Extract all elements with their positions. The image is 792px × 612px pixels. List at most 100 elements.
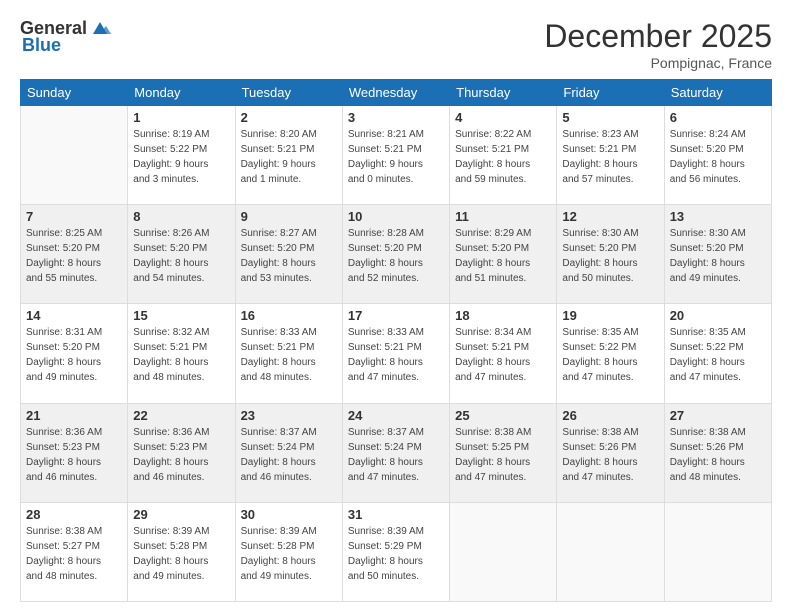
day-info: Sunrise: 8:35 AM Sunset: 5:22 PM Dayligh… [562, 325, 658, 385]
page: General Blue December 2025 Pompignac, Fr… [0, 0, 792, 612]
calendar-cell: 19 Sunrise: 8:35 AM Sunset: 5:22 PM Dayli… [557, 304, 664, 403]
day-info: Sunrise: 8:32 AM Sunset: 5:21 PM Dayligh… [133, 325, 229, 385]
day-number: 29 [133, 507, 229, 522]
calendar-cell: 18Sunrise: 8:34 AM Sunset: 5:21 PM Dayli… [450, 304, 557, 403]
calendar-cell [21, 106, 128, 205]
day-number: 1 [133, 110, 229, 125]
day-number: 17 [348, 308, 444, 323]
calendar-cell: 16 Sunrise: 8:33 AM Sunset: 5:21 PM Dayli… [235, 304, 342, 403]
day-info: Sunrise: 8:23 AM Sunset: 5:21 PM Dayligh… [562, 127, 658, 187]
calendar-cell [664, 502, 771, 601]
day-info: Sunrise: 8:35 AM Sunset: 5:22 PM Dayligh… [670, 325, 766, 385]
day-number: 4 [455, 110, 551, 125]
day-info: Sunrise: 8:38 AM Sunset: 5:25 PM Dayligh… [455, 425, 551, 485]
calendar-week-5: 28 Sunrise: 8:38 AM Sunset: 5:27 PM Dayli… [21, 502, 772, 601]
day-number: 5 [562, 110, 658, 125]
day-info: Sunrise: 8:20 AM Sunset: 5:21 PM Dayligh… [241, 127, 337, 187]
day-info: Sunrise: 8:21 AM Sunset: 5:21 PM Dayligh… [348, 127, 444, 187]
calendar-week-2: 7Sunrise: 8:25 AM Sunset: 5:20 PM Daylig… [21, 205, 772, 304]
calendar-cell: 26 Sunrise: 8:38 AM Sunset: 5:26 PM Dayli… [557, 403, 664, 502]
day-info: Sunrise: 8:24 AM Sunset: 5:20 PM Dayligh… [670, 127, 766, 187]
calendar-cell: 1 Sunrise: 8:19 AM Sunset: 5:22 PM Daylig… [128, 106, 235, 205]
day-number: 11 [455, 209, 551, 224]
calendar-header-row: SundayMondayTuesdayWednesdayThursdayFrid… [21, 80, 772, 106]
day-number: 15 [133, 308, 229, 323]
calendar-cell: 9 Sunrise: 8:27 AM Sunset: 5:20 PM Daylig… [235, 205, 342, 304]
day-info: Sunrise: 8:39 AM Sunset: 5:28 PM Dayligh… [133, 524, 229, 584]
day-info: Sunrise: 8:19 AM Sunset: 5:22 PM Dayligh… [133, 127, 229, 187]
day-info: Sunrise: 8:37 AM Sunset: 5:24 PM Dayligh… [241, 425, 337, 485]
day-info: Sunrise: 8:38 AM Sunset: 5:27 PM Dayligh… [26, 524, 122, 584]
day-number: 9 [241, 209, 337, 224]
location: Pompignac, France [544, 55, 772, 71]
day-number: 26 [562, 408, 658, 423]
calendar-cell [557, 502, 664, 601]
calendar-week-4: 21Sunrise: 8:36 AM Sunset: 5:23 PM Dayli… [21, 403, 772, 502]
day-info: Sunrise: 8:38 AM Sunset: 5:26 PM Dayligh… [562, 425, 658, 485]
day-info: Sunrise: 8:22 AM Sunset: 5:21 PM Dayligh… [455, 127, 551, 187]
day-info: Sunrise: 8:27 AM Sunset: 5:20 PM Dayligh… [241, 226, 337, 286]
day-info: Sunrise: 8:28 AM Sunset: 5:20 PM Dayligh… [348, 226, 444, 286]
calendar-table: SundayMondayTuesdayWednesdayThursdayFrid… [20, 79, 772, 602]
day-number: 10 [348, 209, 444, 224]
calendar-cell: 31Sunrise: 8:39 AM Sunset: 5:29 PM Dayli… [342, 502, 449, 601]
calendar-cell: 8 Sunrise: 8:26 AM Sunset: 5:20 PM Daylig… [128, 205, 235, 304]
day-number: 27 [670, 408, 766, 423]
day-info: Sunrise: 8:39 AM Sunset: 5:28 PM Dayligh… [241, 524, 337, 584]
day-info: Sunrise: 8:36 AM Sunset: 5:23 PM Dayligh… [26, 425, 122, 485]
calendar-cell: 28 Sunrise: 8:38 AM Sunset: 5:27 PM Dayli… [21, 502, 128, 601]
logo-icon [89, 20, 111, 38]
logo: General Blue [20, 18, 111, 56]
month-title: December 2025 [544, 18, 772, 55]
day-info: Sunrise: 8:29 AM Sunset: 5:20 PM Dayligh… [455, 226, 551, 286]
day-number: 30 [241, 507, 337, 522]
day-number: 24 [348, 408, 444, 423]
calendar-cell: 4 Sunrise: 8:22 AM Sunset: 5:21 PM Daylig… [450, 106, 557, 205]
calendar-cell: 11 Sunrise: 8:29 AM Sunset: 5:20 PM Dayli… [450, 205, 557, 304]
calendar-cell: 15 Sunrise: 8:32 AM Sunset: 5:21 PM Dayli… [128, 304, 235, 403]
calendar-cell: 13 Sunrise: 8:30 AM Sunset: 5:20 PM Dayli… [664, 205, 771, 304]
calendar-cell: 7Sunrise: 8:25 AM Sunset: 5:20 PM Daylig… [21, 205, 128, 304]
day-info: Sunrise: 8:30 AM Sunset: 5:20 PM Dayligh… [670, 226, 766, 286]
calendar-cell: 2Sunrise: 8:20 AM Sunset: 5:21 PM Daylig… [235, 106, 342, 205]
calendar-header-wednesday: Wednesday [342, 80, 449, 106]
title-area: December 2025 Pompignac, France [544, 18, 772, 71]
header: General Blue December 2025 Pompignac, Fr… [20, 18, 772, 71]
day-number: 31 [348, 507, 444, 522]
day-number: 3 [348, 110, 444, 125]
calendar-cell: 14 Sunrise: 8:31 AM Sunset: 5:20 PM Dayli… [21, 304, 128, 403]
day-number: 8 [133, 209, 229, 224]
day-number: 22 [133, 408, 229, 423]
day-info: Sunrise: 8:36 AM Sunset: 5:23 PM Dayligh… [133, 425, 229, 485]
calendar-cell: 23Sunrise: 8:37 AM Sunset: 5:24 PM Dayli… [235, 403, 342, 502]
day-number: 6 [670, 110, 766, 125]
calendar-week-3: 14 Sunrise: 8:31 AM Sunset: 5:20 PM Dayli… [21, 304, 772, 403]
day-number: 28 [26, 507, 122, 522]
day-number: 16 [241, 308, 337, 323]
calendar-week-1: 1 Sunrise: 8:19 AM Sunset: 5:22 PM Daylig… [21, 106, 772, 205]
day-number: 19 [562, 308, 658, 323]
calendar-cell [450, 502, 557, 601]
calendar-cell: 21Sunrise: 8:36 AM Sunset: 5:23 PM Dayli… [21, 403, 128, 502]
day-info: Sunrise: 8:38 AM Sunset: 5:26 PM Dayligh… [670, 425, 766, 485]
logo-blue-text: Blue [22, 35, 61, 56]
day-info: Sunrise: 8:34 AM Sunset: 5:21 PM Dayligh… [455, 325, 551, 385]
calendar-header-saturday: Saturday [664, 80, 771, 106]
calendar-cell: 17 Sunrise: 8:33 AM Sunset: 5:21 PM Dayli… [342, 304, 449, 403]
day-info: Sunrise: 8:33 AM Sunset: 5:21 PM Dayligh… [241, 325, 337, 385]
calendar-cell: 5 Sunrise: 8:23 AM Sunset: 5:21 PM Daylig… [557, 106, 664, 205]
day-info: Sunrise: 8:31 AM Sunset: 5:20 PM Dayligh… [26, 325, 122, 385]
calendar-cell: 12Sunrise: 8:30 AM Sunset: 5:20 PM Dayli… [557, 205, 664, 304]
day-number: 7 [26, 209, 122, 224]
calendar-header-sunday: Sunday [21, 80, 128, 106]
calendar-header-tuesday: Tuesday [235, 80, 342, 106]
calendar-cell: 6 Sunrise: 8:24 AM Sunset: 5:20 PM Daylig… [664, 106, 771, 205]
day-info: Sunrise: 8:37 AM Sunset: 5:24 PM Dayligh… [348, 425, 444, 485]
calendar-cell: 29 Sunrise: 8:39 AM Sunset: 5:28 PM Dayli… [128, 502, 235, 601]
day-info: Sunrise: 8:26 AM Sunset: 5:20 PM Dayligh… [133, 226, 229, 286]
calendar-cell: 22 Sunrise: 8:36 AM Sunset: 5:23 PM Dayli… [128, 403, 235, 502]
day-number: 14 [26, 308, 122, 323]
calendar-cell: 25Sunrise: 8:38 AM Sunset: 5:25 PM Dayli… [450, 403, 557, 502]
day-number: 13 [670, 209, 766, 224]
day-info: Sunrise: 8:33 AM Sunset: 5:21 PM Dayligh… [348, 325, 444, 385]
